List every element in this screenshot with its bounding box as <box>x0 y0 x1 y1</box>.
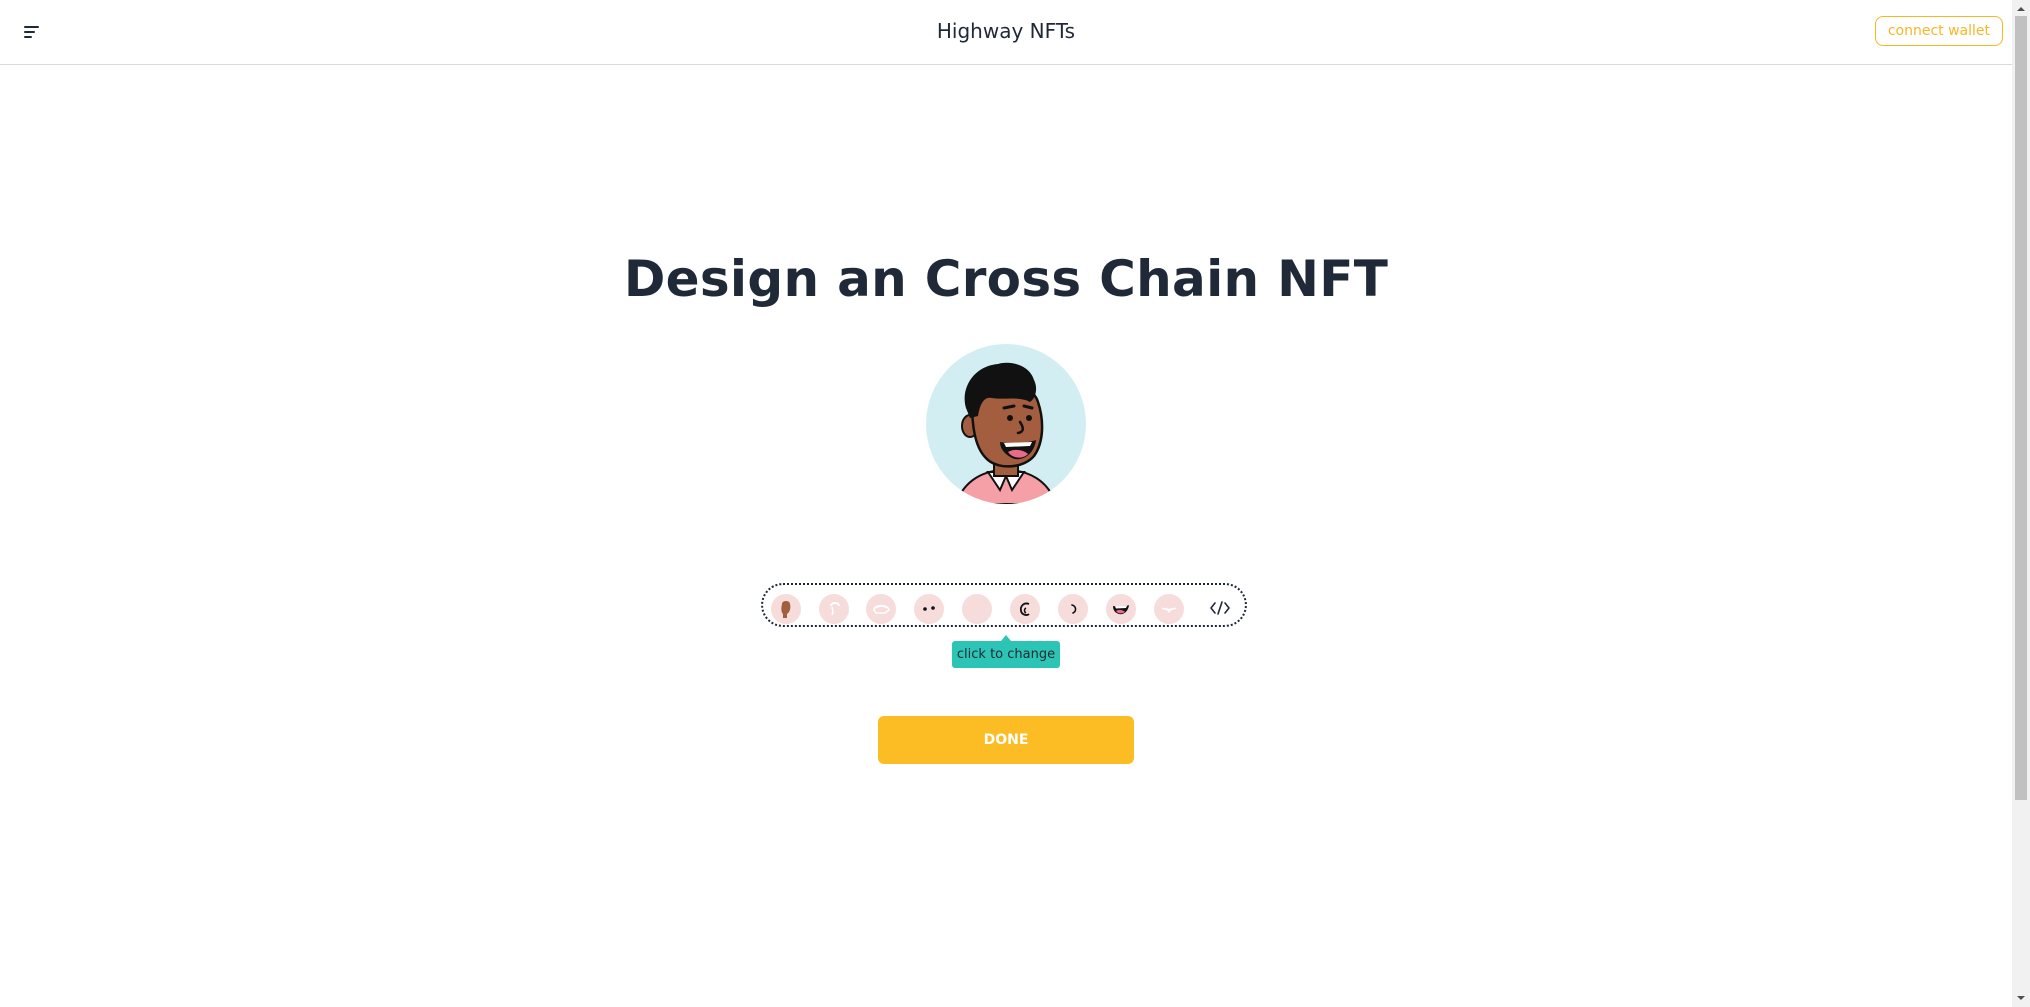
navbar: Highway NFTs connect wallet <box>0 0 2012 65</box>
hair-icon[interactable] <box>866 594 896 624</box>
vertical-scrollbar[interactable] <box>2012 0 2030 1007</box>
avatar-face-icon <box>954 362 1058 504</box>
eyes-icon[interactable] <box>914 594 944 624</box>
face-icon[interactable] <box>771 594 801 624</box>
tooltip: click to change <box>952 641 1060 668</box>
page-heading: Design an Cross Chain NFT <box>623 250 1389 308</box>
app-title[interactable]: Highway NFTs <box>0 19 2012 43</box>
page: Highway NFTs connect wallet Design an Cr… <box>0 0 2030 1007</box>
scroll-down-arrow-icon[interactable] <box>2012 991 2030 1005</box>
code-icon[interactable] <box>1207 596 1233 620</box>
nose-icon[interactable] <box>1058 594 1088 624</box>
feature-toolbar <box>761 583 1247 627</box>
mouth-icon[interactable] <box>1106 594 1136 624</box>
glasses-icon[interactable] <box>1010 594 1040 624</box>
scrollbar-thumb[interactable] <box>2015 16 2027 800</box>
avatar-preview <box>926 344 1086 504</box>
done-button[interactable]: DONE <box>878 716 1134 764</box>
eyebrows-icon[interactable] <box>962 594 992 624</box>
connect-wallet-button[interactable]: connect wallet <box>1874 16 2003 46</box>
shirt-icon[interactable] <box>1154 594 1184 624</box>
ear-icon[interactable] <box>819 594 849 624</box>
scroll-up-arrow-icon[interactable] <box>2012 2 2030 16</box>
